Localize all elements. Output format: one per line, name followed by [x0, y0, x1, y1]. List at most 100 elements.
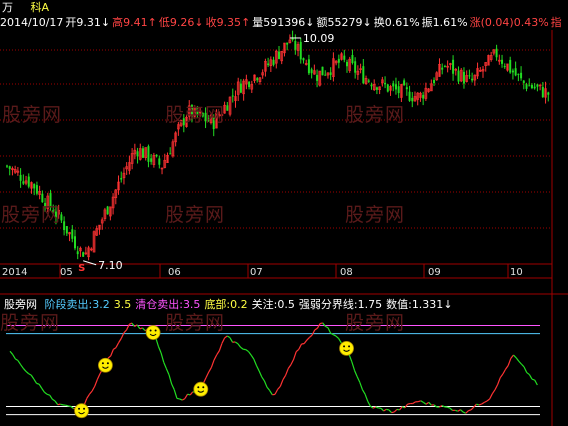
indicator-line-segment — [202, 377, 207, 384]
smiley-eye — [149, 329, 152, 332]
candle-body — [536, 84, 539, 87]
quote-label: 额 — [316, 16, 328, 29]
indicator-line-segment — [96, 373, 101, 380]
high-label: 10.09 — [303, 32, 335, 45]
candle-body — [248, 81, 251, 88]
watermark-text: 股旁网 — [2, 104, 63, 126]
candle-body — [294, 40, 297, 50]
candle-body — [457, 70, 460, 82]
quote-label: 收 — [205, 16, 217, 29]
indicator-line-segment — [470, 406, 475, 411]
candle-body — [278, 51, 280, 59]
indicator-line-segment — [499, 373, 504, 379]
candle-body — [231, 95, 234, 97]
watermark-text: 股旁网 — [0, 312, 61, 334]
quote-value: 0.61% — [384, 16, 420, 29]
indicator-line-segment — [486, 398, 491, 402]
quote-value: 9.41 — [123, 16, 148, 29]
indicator-line-segment — [489, 393, 493, 400]
indicator-line-segment — [12, 354, 16, 360]
indicator-line-segment — [253, 358, 258, 366]
indicator-line-segment — [261, 376, 265, 382]
smiley-icon — [145, 325, 161, 340]
indicator-line-segment — [168, 374, 173, 385]
candle-body — [63, 221, 66, 231]
candle-body — [22, 181, 25, 184]
quote-arrow: ↓ — [362, 16, 372, 29]
indicator-line-segment — [91, 385, 96, 392]
quote-label: 2014/10/17 — [0, 16, 64, 29]
indicator-line-segment — [428, 401, 432, 406]
indicator-line-segment — [269, 390, 273, 396]
indicator-line-segment — [311, 329, 316, 336]
candle-body — [370, 84, 373, 87]
candle-body — [324, 74, 327, 76]
indicator-line-segment — [478, 403, 482, 406]
quote-arrow: ↑ — [241, 16, 251, 29]
indicator-item: 3.5 — [114, 298, 132, 311]
indicator-line-segment — [507, 358, 512, 366]
candle-body — [19, 174, 22, 181]
indicator-line-segment — [338, 338, 342, 344]
quote-label: 高 — [112, 16, 124, 29]
indicator-line-segment — [33, 378, 38, 384]
indicator-line-segment — [282, 375, 287, 381]
stock-name: 科A — [30, 1, 50, 14]
indicator-line-segment — [481, 401, 485, 405]
quote-item: 振1.61% — [422, 16, 468, 29]
candle-body — [392, 83, 395, 87]
indicator-line-segment — [298, 343, 303, 350]
candle-body — [82, 252, 85, 257]
quote-item: 换0.61% — [374, 16, 420, 29]
quote-label: 涨 — [469, 16, 481, 29]
indicator-line-segment — [44, 391, 48, 395]
indicator-line-segment — [518, 360, 522, 365]
indicator-line-segment — [353, 370, 358, 377]
candle-body — [495, 48, 498, 58]
chart-canvas: 2014 05 06 07 08 09 10 10.09 7.10 S — [0, 30, 568, 426]
indicator-line-segment — [325, 325, 329, 329]
indicator-line-segment — [14, 358, 19, 362]
candle-body — [503, 66, 506, 68]
indicator-line-segment — [65, 404, 69, 407]
quote-arrow: ↓ — [305, 16, 315, 29]
watermark-text: 股旁网 — [345, 204, 406, 226]
indicator-line-segment — [335, 335, 340, 339]
indicator-line-segment — [255, 365, 260, 372]
indicator-line-segment — [25, 370, 29, 375]
indicator-line-segment — [287, 364, 292, 369]
smiley-eye — [348, 345, 351, 348]
candle-body — [547, 92, 550, 95]
indicator-line-segment — [118, 338, 122, 343]
candle-body — [256, 78, 259, 81]
indicator-line-segment — [245, 349, 249, 353]
candle-body — [354, 61, 357, 73]
indicator-line-segment — [309, 334, 313, 338]
candle-body — [169, 153, 172, 155]
indicator-line-segment — [221, 337, 226, 344]
candle-body — [403, 80, 406, 86]
indicator-line-segment — [491, 389, 496, 395]
indicator-line-segment — [502, 368, 507, 375]
indicator-line-segment — [306, 337, 310, 341]
quote-value: 591396 — [263, 16, 306, 29]
quote-item: 高9.41↑ — [112, 16, 157, 29]
smiley-eye — [154, 329, 157, 332]
watermark-text: 股旁网 — [1, 204, 62, 226]
quote-arrow: ↓ — [194, 16, 204, 29]
indicator-line-segment — [263, 380, 268, 388]
candle-body — [299, 41, 302, 60]
x-tick-label: 09 — [428, 267, 441, 278]
candle-body — [147, 146, 150, 162]
indicator-line-segment — [468, 409, 472, 412]
candle-body — [384, 82, 387, 85]
smiley-eye — [101, 362, 104, 365]
watermark-text: 股旁网 — [165, 204, 226, 226]
indicator-line-segment — [128, 322, 133, 325]
indicator-value: 3.2 — [92, 298, 110, 311]
indicator-line-segment — [218, 343, 223, 351]
indicator-line-segment — [52, 398, 56, 402]
indicator-line-segment — [393, 408, 398, 413]
indicator-value: 3.5 — [113, 298, 132, 311]
indicator-line-segment — [528, 374, 533, 380]
